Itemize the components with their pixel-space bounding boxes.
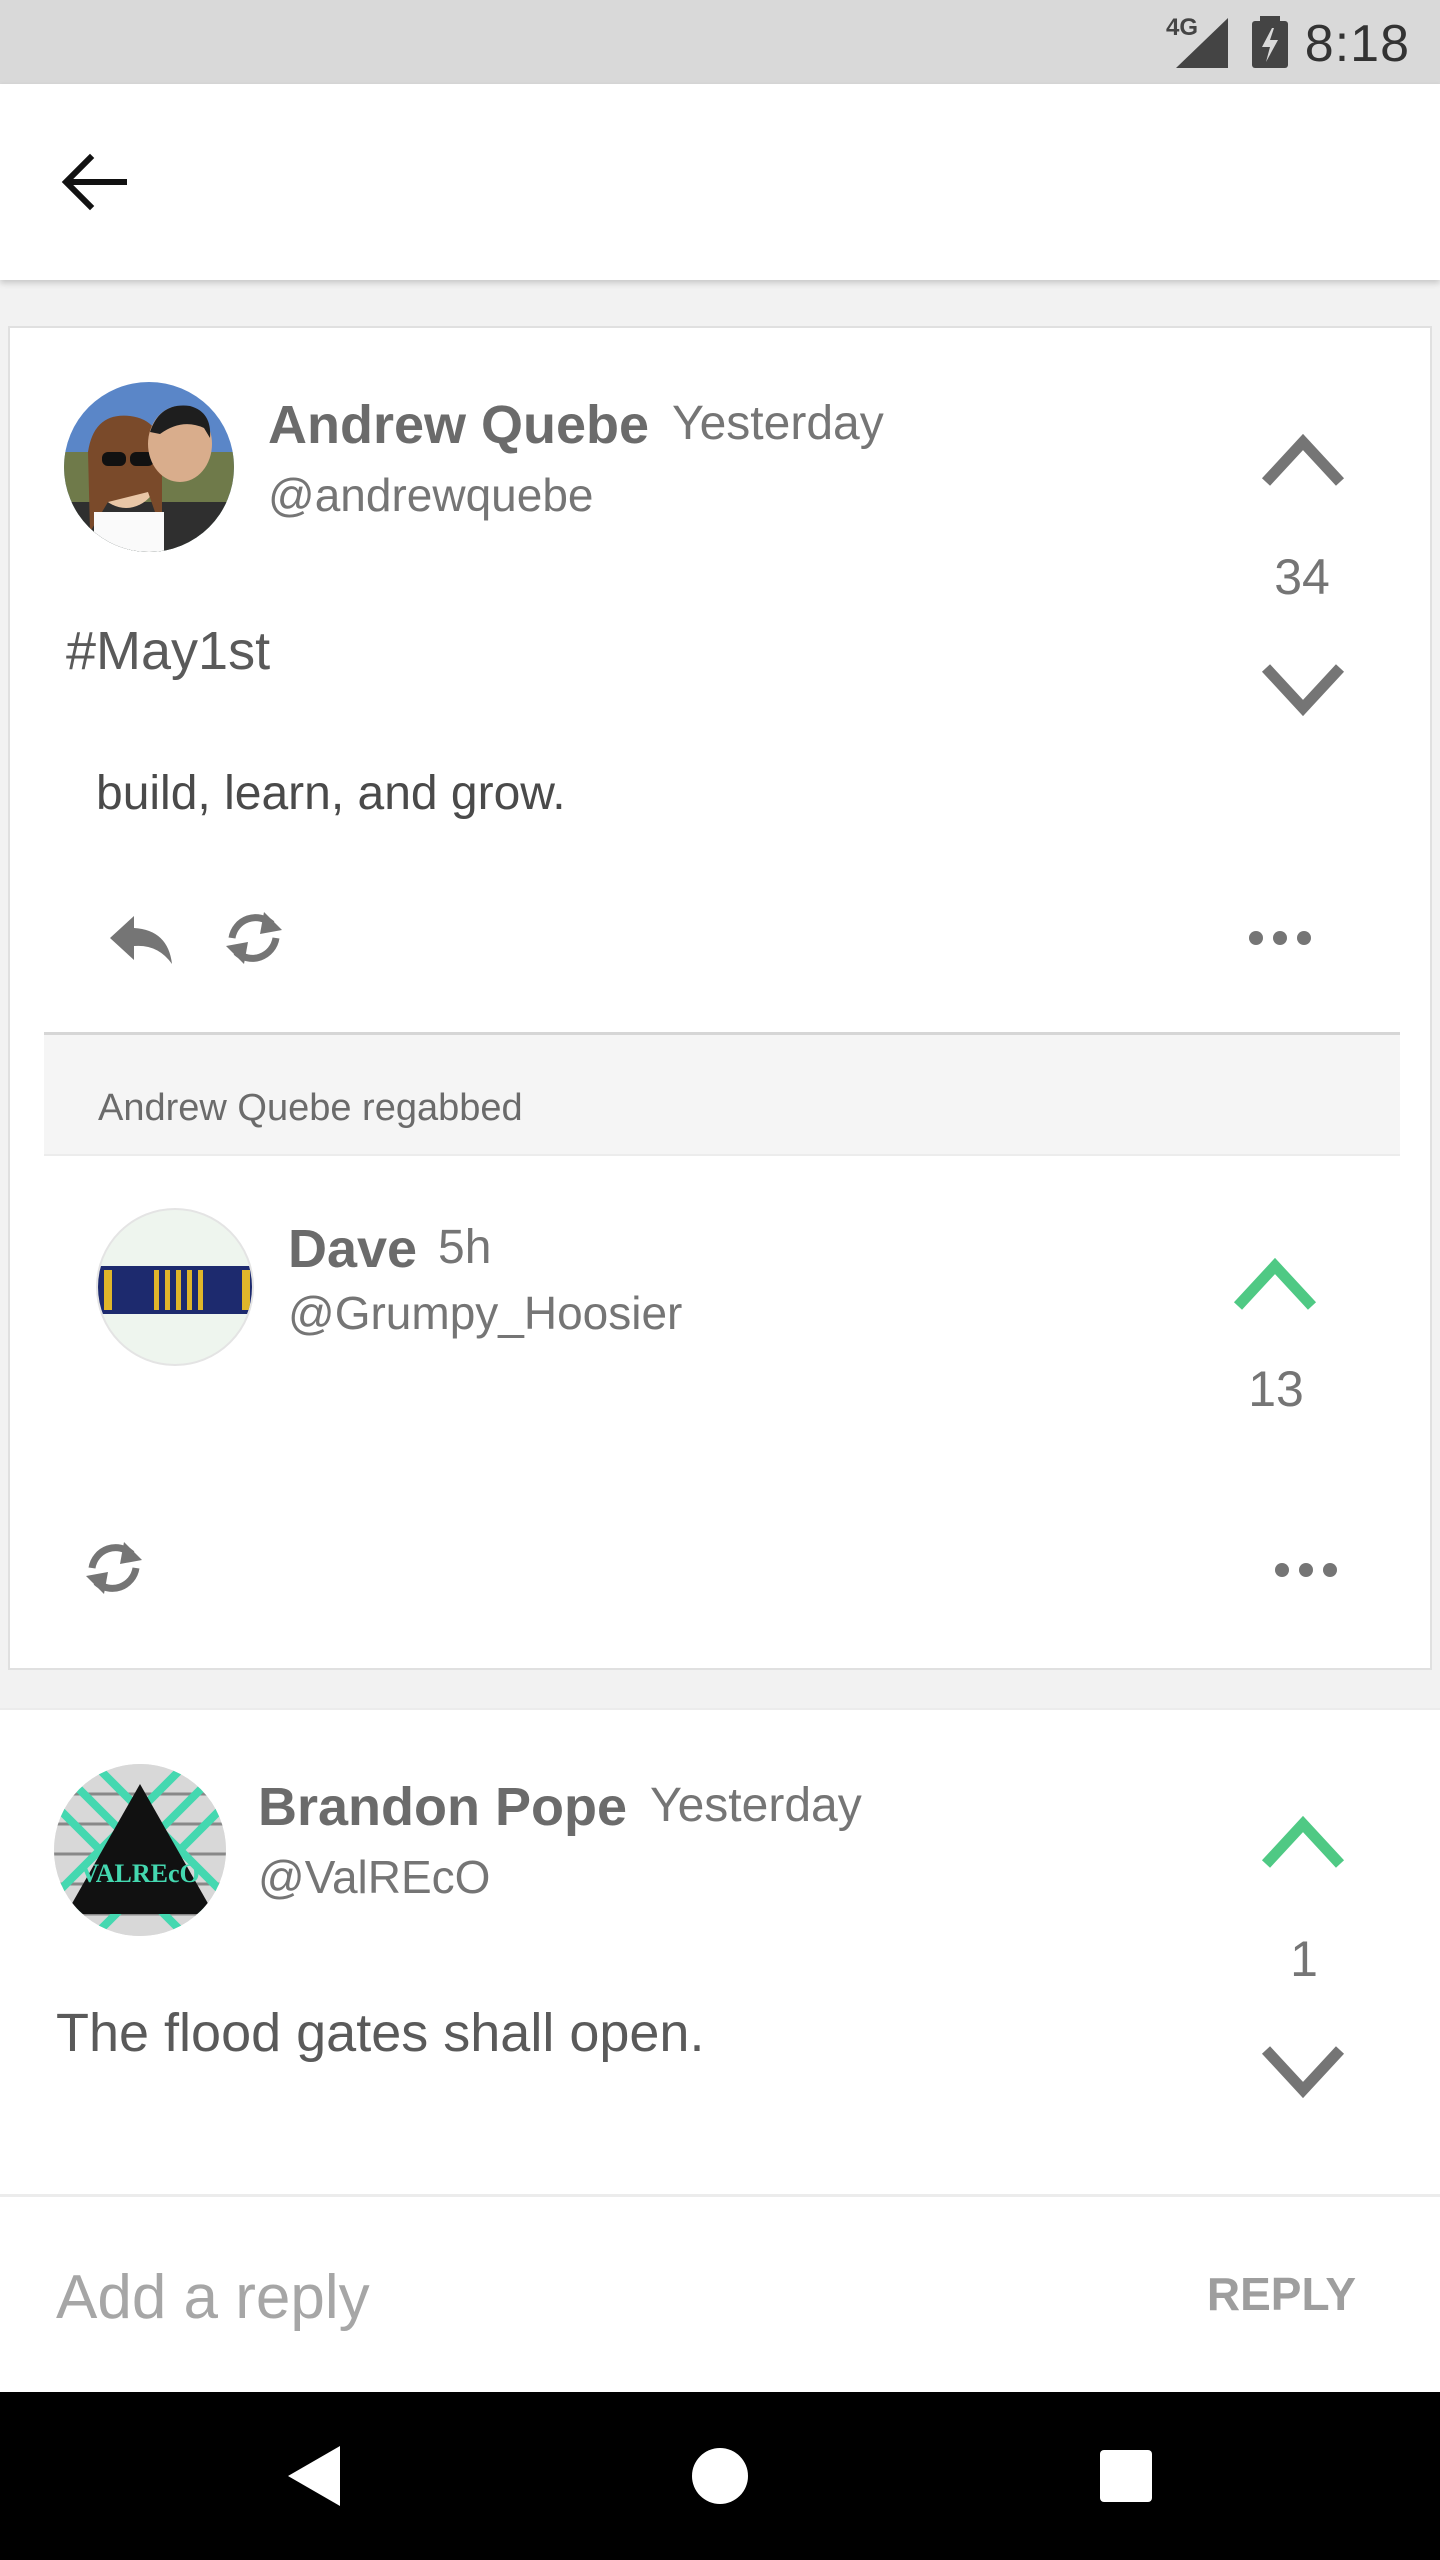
author-handle[interactable]: @andrewquebe xyxy=(268,468,593,522)
reply-avatar-text: VALREcO xyxy=(80,1859,199,1888)
status-bar: 4G 8:18 xyxy=(0,0,1440,84)
upvote-icon[interactable] xyxy=(1260,430,1346,490)
author-name[interactable]: Andrew Quebe xyxy=(268,394,649,456)
vote-count: 34 xyxy=(1274,549,1330,605)
reply-icon[interactable] xyxy=(106,908,176,968)
downvote-icon[interactable] xyxy=(1260,658,1346,718)
reply-downvote-icon[interactable] xyxy=(1260,2040,1346,2100)
arrow-back-icon xyxy=(61,153,127,211)
regab-icon[interactable] xyxy=(220,900,288,976)
clock: 8:18 xyxy=(1304,15,1410,73)
reply-time: Yesterday xyxy=(650,1779,862,1832)
post-text: #May1st xyxy=(66,621,271,681)
post-time: Yesterday xyxy=(672,397,884,450)
nav-home-icon[interactable] xyxy=(690,2446,750,2506)
reply-button[interactable]: REPLY xyxy=(1207,2267,1356,2321)
regab-header: Andrew Quebe regabbed xyxy=(44,1032,1400,1156)
reply-vote-count: 1 xyxy=(1290,1931,1318,1987)
nav-recents-icon[interactable] xyxy=(1098,2448,1154,2504)
signal-icon xyxy=(1176,18,1228,68)
app-bar xyxy=(0,84,1440,280)
back-button[interactable] xyxy=(54,142,134,222)
navigation-bar xyxy=(0,2392,1440,2560)
reply-bar: REPLY xyxy=(0,2194,1440,2392)
reply-input[interactable] xyxy=(56,2257,1106,2337)
regab-more-icon[interactable] xyxy=(1274,1560,1338,1580)
reply-upvote-active-icon[interactable] xyxy=(1260,1812,1346,1872)
upvote-active-icon[interactable] xyxy=(1232,1254,1318,1314)
regab-label: Andrew Quebe regabbed xyxy=(98,1087,523,1129)
regab-repost-icon[interactable] xyxy=(80,1530,148,1610)
regab-vote-count: 13 xyxy=(1248,1361,1304,1417)
nav-back-icon[interactable] xyxy=(286,2444,342,2508)
reply-author-handle[interactable]: @ValREcO xyxy=(258,1850,490,1904)
avatar-image xyxy=(64,382,234,552)
reply-text: The flood gates shall open. xyxy=(56,2003,705,2063)
regab-author-handle[interactable]: @Grumpy_Hoosier xyxy=(288,1286,682,1340)
avatar[interactable] xyxy=(64,382,234,552)
reply-author-name[interactable]: Brandon Pope xyxy=(258,1776,627,1838)
quoted-text: build, learn, and grow. xyxy=(96,767,566,820)
more-icon[interactable] xyxy=(1248,928,1312,948)
reply-post: VALREcO Brandon Pope Yesterday @ValREcO … xyxy=(0,1708,1440,2194)
battery-icon xyxy=(1252,16,1288,68)
quoted-text-clip: build, learn, and grow. xyxy=(96,752,1296,826)
screen: 4G 8:18 Andrew Quebe Yesterday @andrewqu… xyxy=(0,0,1440,2560)
regab-author-name[interactable]: Dave xyxy=(288,1218,417,1280)
ribbon-image xyxy=(98,1266,252,1314)
post-card: Andrew Quebe Yesterday @andrewquebe 34 #… xyxy=(8,326,1432,1670)
valreco-logo-image: VALREcO xyxy=(54,1764,226,1936)
reply-avatar[interactable]: VALREcO xyxy=(54,1764,226,1936)
regab-avatar[interactable] xyxy=(96,1208,254,1366)
regab-time: 5h xyxy=(438,1221,492,1274)
